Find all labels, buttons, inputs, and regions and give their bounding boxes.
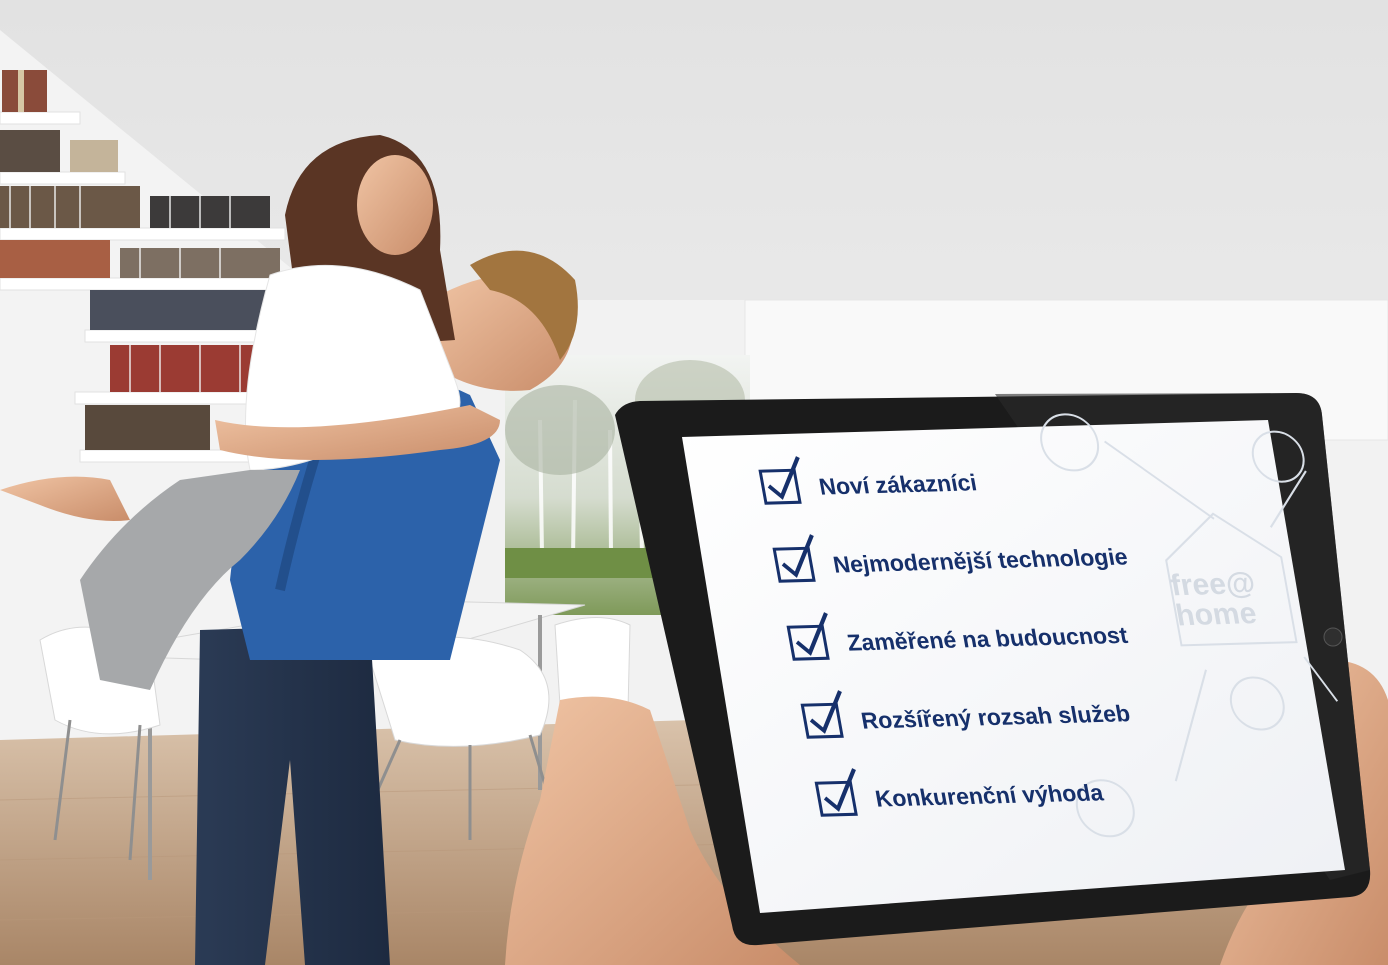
heating-icon	[1229, 676, 1285, 731]
checkbox-icon	[814, 780, 858, 817]
checklist-item: Rozšířený rozsah služeb	[800, 690, 1132, 739]
checklist-item: Noví zákazníci	[758, 456, 979, 505]
door-icon	[1040, 413, 1100, 472]
checkbox-icon	[786, 624, 830, 661]
checklist-label: Rozšířený rozsah služeb	[859, 700, 1132, 733]
checklist-item: Nejmodernější technologie	[772, 534, 1130, 583]
watermark-line2: home	[1173, 597, 1259, 632]
checklist-label: Zaměřené na budoucnost	[845, 622, 1130, 656]
checklist: Noví zákazníci Nejmodernější technologie…	[758, 456, 1132, 817]
checkbox-icon	[800, 702, 844, 739]
checklist-item: Konkurenční výhoda	[814, 768, 1106, 817]
checklist-label: Noví zákazníci	[817, 469, 979, 499]
checklist-label: Nejmodernější technologie	[831, 544, 1130, 578]
checkbox-icon	[772, 546, 816, 583]
checklist-item: Zaměřené na budoucnost	[786, 612, 1130, 661]
checklist-label: Konkurenční výhoda	[873, 779, 1106, 811]
window-icon	[1251, 430, 1305, 483]
checkbox-icon	[758, 468, 802, 505]
photo-scene: free@ home Noví zákazníci Nejmodernější …	[0, 0, 1388, 965]
tablet-screen-content: free@ home Noví zákazníci Nejmodernější …	[758, 413, 1339, 838]
